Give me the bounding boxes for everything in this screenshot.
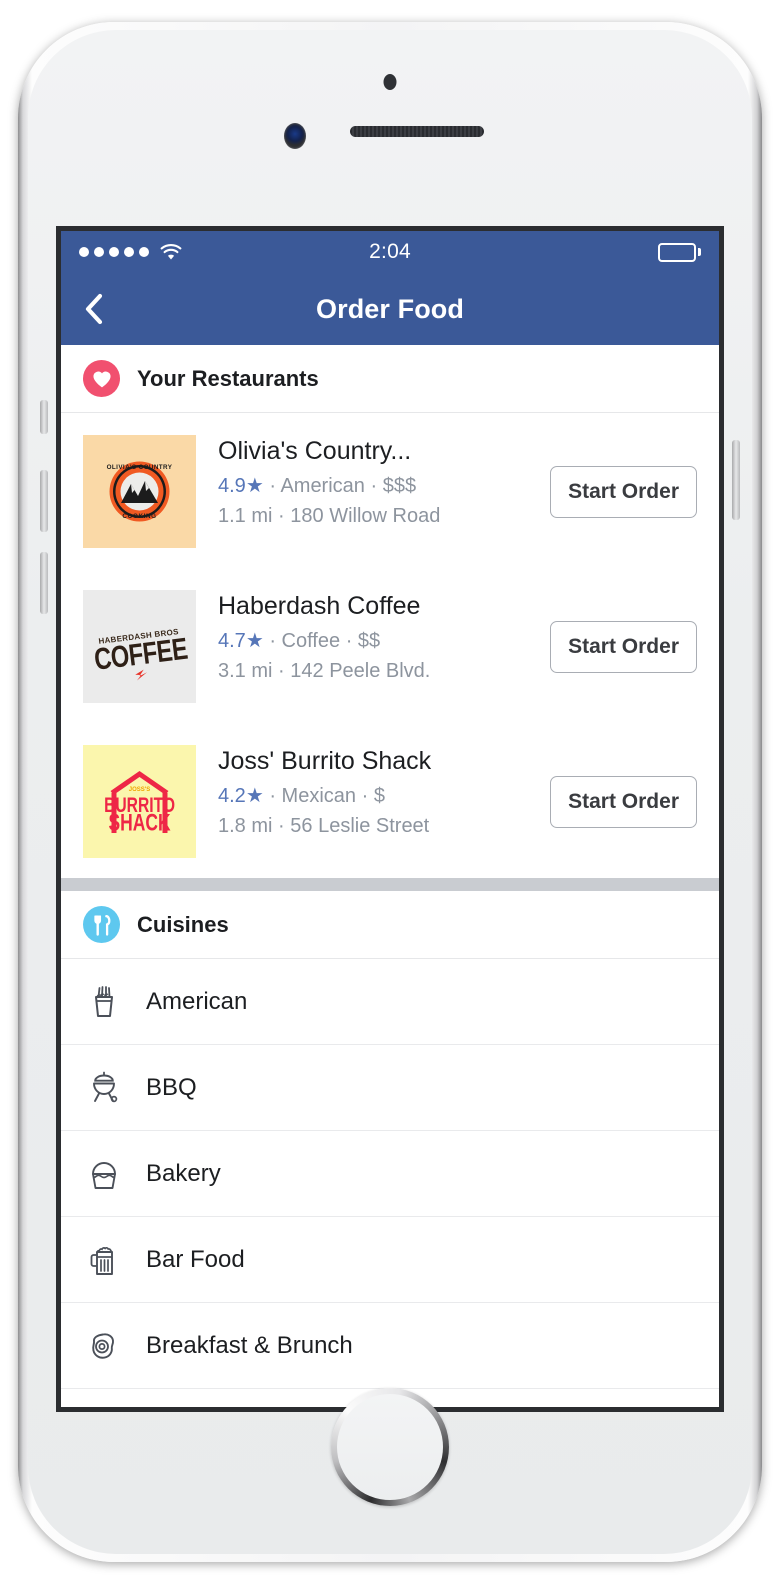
status-bar: 2:04 [61, 231, 719, 273]
meta-dot: · [269, 474, 276, 497]
restaurant-cuisine: Mexican [281, 784, 357, 807]
phone-body: 2:04 Order Food Your Restaurants OLIVIA'… [28, 30, 752, 1554]
restaurant-address-line: 1.1 mi · 180 Willow Road [218, 504, 540, 528]
restaurant-row[interactable]: OLIVIA'S COUNTRY COOKING Olivia's Countr… [61, 413, 719, 568]
meta-dot: · [278, 504, 285, 527]
signal-strength-icon [79, 247, 149, 257]
restaurant-name: Joss' Burrito Shack [218, 747, 432, 775]
restaurant-address-line: 3.1 mi · 142 Peele Blvd. [218, 659, 540, 683]
nav-bar: Order Food [61, 273, 719, 345]
screen-bezel: 2:04 Order Food Your Restaurants OLIVIA'… [56, 226, 724, 1412]
cuisine-item-bakery[interactable]: Bakery [61, 1131, 719, 1217]
restaurant-logo: HABERDASH BROS COFFEE [83, 590, 196, 703]
cuisine-item-bbq[interactable]: BBQ [61, 1045, 719, 1131]
restaurant-row[interactable]: HABERDASH BROS COFFEE Haberdash Coffee 4… [61, 568, 719, 723]
front-camera [284, 123, 306, 149]
restaurant-distance: 1.8 mi [218, 814, 273, 837]
restaurant-price: $$$ [382, 474, 417, 497]
restaurant-info: Haberdash Coffee 4.7★ · Coffee · $$ 3.1 … [196, 590, 540, 683]
fried-egg-icon [83, 1325, 125, 1367]
restaurant-address-line: 1.8 mi · 56 Leslie Street [218, 814, 540, 838]
cuisine-label: Breakfast & Brunch [146, 1331, 353, 1359]
power-button[interactable] [732, 440, 740, 520]
rating-value: 4.9 [218, 474, 246, 497]
restaurant-distance: 1.1 mi [218, 504, 273, 527]
rating-value: 4.2 [218, 784, 246, 807]
meta-dot: · [370, 474, 378, 497]
svg-text:COOKING: COOKING [122, 513, 156, 520]
star-icon: ★ [245, 474, 264, 497]
your-restaurants-header: Your Restaurants [61, 345, 719, 413]
cuisine-label: American [146, 987, 248, 1015]
cuisine-item-bar-food[interactable]: Bar Food [61, 1217, 719, 1303]
volume-down-button[interactable] [40, 552, 48, 614]
restaurant-info: Olivia's Country... 4.9★ · American · $$… [196, 435, 540, 528]
cupcake-icon [83, 1153, 125, 1195]
beer-mug-icon [83, 1239, 125, 1281]
start-order-button[interactable]: Start Order [550, 775, 697, 828]
cuisine-label: BBQ [146, 1073, 197, 1101]
french-fries-icon [83, 981, 125, 1023]
restaurant-cuisine: American [280, 474, 365, 497]
phone-screen: 2:04 Order Food Your Restaurants OLIVIA'… [61, 231, 719, 1407]
star-icon: ★ [245, 784, 264, 807]
earpiece-speaker-grille [350, 126, 484, 137]
restaurant-price: $ [373, 784, 385, 807]
fork-knife-icon [83, 906, 120, 943]
star-icon: ★ [245, 629, 264, 652]
restaurant-logo: JOSS'S BURRITO SHACK [83, 745, 196, 858]
cuisines-header: Cuisines [61, 891, 719, 959]
grill-icon [83, 1067, 125, 1109]
restaurant-cuisine: Coffee [281, 629, 341, 652]
meta-dot: · [269, 784, 276, 807]
restaurant-name: Haberdash Coffee [218, 592, 421, 620]
back-button[interactable] [61, 293, 125, 325]
restaurant-meta: 4.2★ · Mexican · $ [218, 784, 540, 808]
section-title-cuisines: Cuisines [137, 911, 229, 937]
restaurant-name: Olivia's Country... [218, 437, 412, 465]
home-button[interactable] [331, 1388, 449, 1506]
restaurant-meta: 4.9★ · American · $$$ [218, 474, 540, 498]
heart-icon [83, 360, 120, 397]
home-button-inner [337, 1394, 443, 1500]
start-order-button[interactable]: Start Order [550, 620, 697, 673]
cuisine-item-american[interactable]: American [61, 959, 719, 1045]
meta-dot: · [278, 659, 285, 682]
restaurant-address: 180 Willow Road [290, 504, 441, 527]
meta-dot: · [269, 629, 276, 652]
start-order-button[interactable]: Start Order [550, 465, 697, 518]
meta-dot: · [345, 629, 353, 652]
restaurant-meta: 4.7★ · Coffee · $$ [218, 629, 540, 653]
cuisine-label: Bakery [146, 1159, 221, 1187]
meta-dot: · [361, 784, 369, 807]
cuisine-label: Bar Food [146, 1245, 245, 1273]
cuisine-item-breakfast-brunch[interactable]: Breakfast & Brunch [61, 1303, 719, 1389]
section-title-restaurants: Your Restaurants [137, 365, 319, 391]
phone-frame: 2:04 Order Food Your Restaurants OLIVIA'… [18, 22, 762, 1562]
svg-text:SHACK: SHACK [109, 810, 171, 836]
wifi-icon [159, 243, 183, 261]
volume-up-button[interactable] [40, 470, 48, 532]
restaurant-row[interactable]: JOSS'S BURRITO SHACK Joss' Burrito Shack… [61, 723, 719, 878]
restaurant-info: Joss' Burrito Shack 4.2★ · Mexican · $ 1… [196, 745, 540, 838]
restaurant-address: 56 Leslie Street [290, 814, 430, 837]
chevron-left-icon [85, 293, 103, 325]
restaurant-logo: OLIVIA'S COUNTRY COOKING [83, 435, 196, 548]
restaurant-price: $$ [357, 629, 381, 652]
section-divider [61, 878, 719, 891]
restaurant-address: 142 Peele Blvd. [290, 659, 431, 682]
page-title: Order Food [316, 293, 464, 324]
svg-text:OLIVIA'S COUNTRY: OLIVIA'S COUNTRY [107, 464, 173, 471]
battery-full-icon [658, 242, 701, 262]
restaurant-distance: 3.1 mi [218, 659, 273, 682]
silent-switch-button[interactable] [40, 400, 48, 434]
proximity-sensor [383, 74, 397, 90]
meta-dot: · [278, 814, 285, 837]
rating-value: 4.7 [218, 629, 246, 652]
